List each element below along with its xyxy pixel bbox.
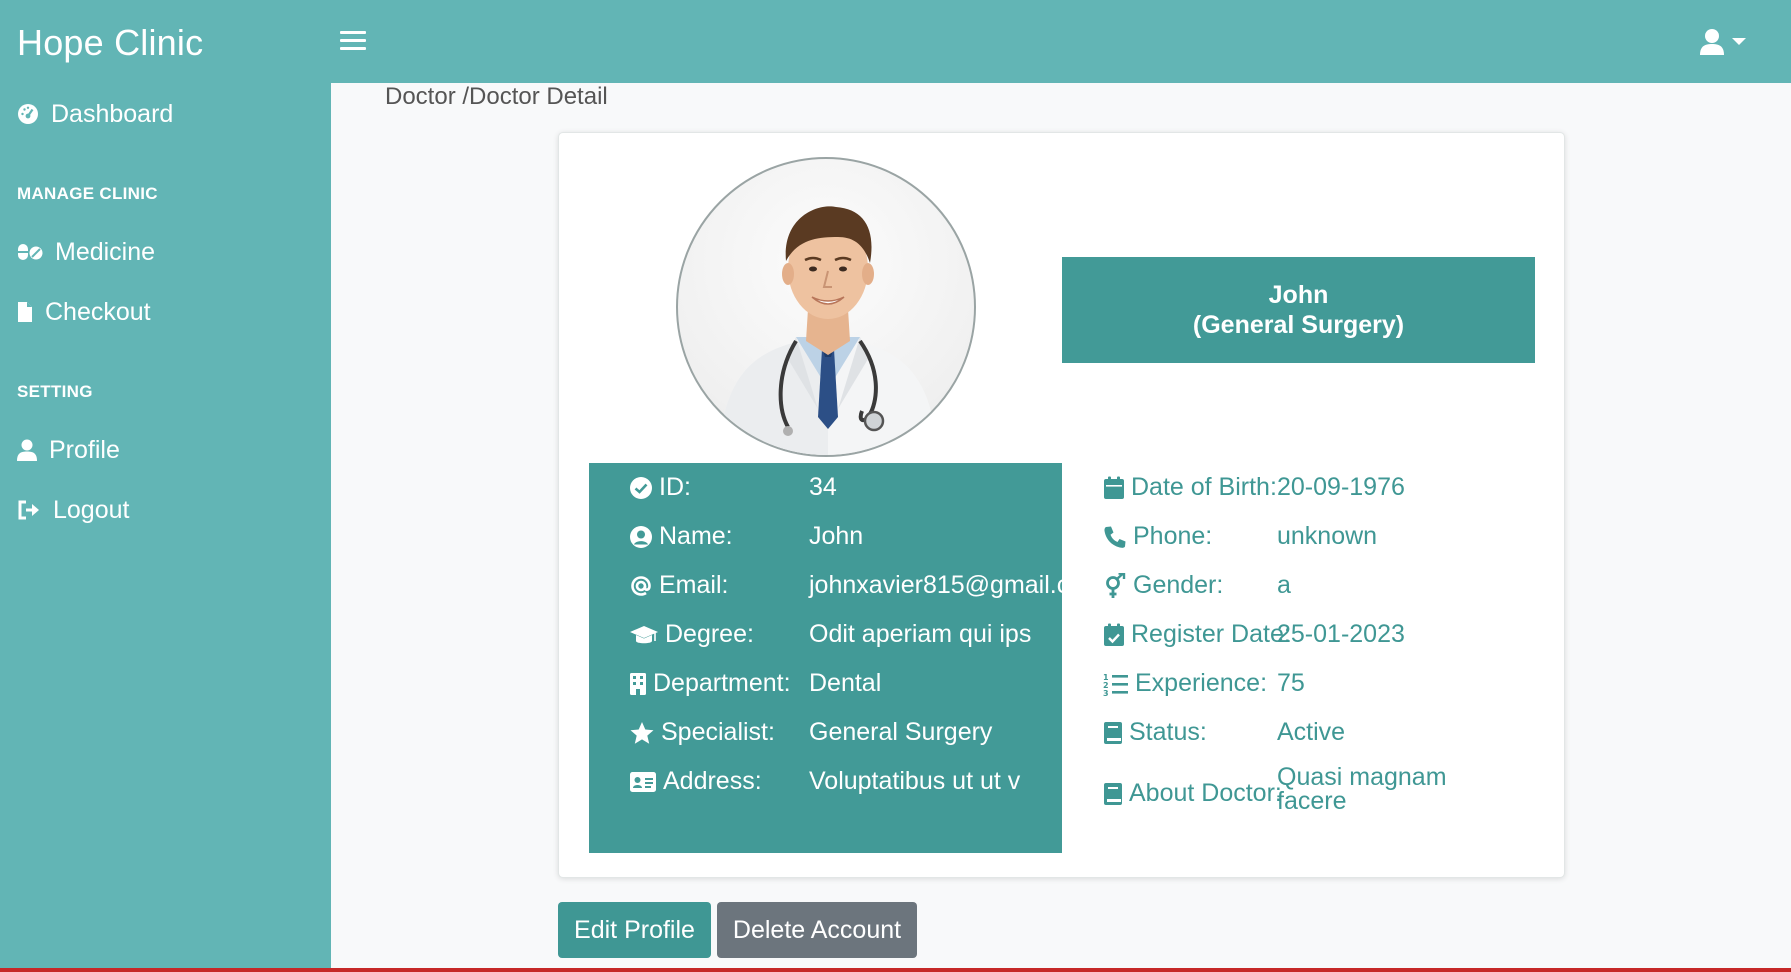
pills-icon — [18, 244, 43, 260]
user-menu-button[interactable] — [1695, 26, 1755, 60]
info-label: Experience: — [1135, 669, 1268, 697]
list-ol-icon: 1 2 3 — [1103, 673, 1128, 696]
delete-account-button[interactable]: Delete Account — [717, 902, 917, 958]
info-value: Quasi magnam facere — [1277, 763, 1447, 815]
star-icon — [630, 721, 654, 744]
top-navbar: Hope Clinic — [0, 0, 1791, 83]
sidebar-item-profile[interactable]: Profile — [17, 430, 120, 470]
doctor-avatar — [676, 157, 976, 457]
info-label: Status: — [1129, 718, 1207, 746]
user-circle-icon — [630, 525, 652, 548]
phone-icon — [1104, 526, 1126, 548]
sidebar-item-dashboard[interactable]: Dashboard — [17, 94, 173, 134]
doctor-specialty: (General Surgery) — [1192, 311, 1405, 339]
doctor-info-panel: ID: 34 Name: John Email: johnxavier815@g… — [589, 463, 1104, 853]
info-row-address: Address: Voluptatibus ut ut v — [629, 767, 1020, 796]
calendar-check-icon — [1104, 623, 1124, 646]
info-label: Address: — [663, 767, 762, 795]
info-row-id: ID: 34 — [629, 473, 837, 502]
dashboard-icon — [18, 104, 38, 124]
info-label: Email: — [659, 571, 729, 599]
info-label: Degree: — [665, 620, 754, 648]
user-icon — [17, 439, 37, 461]
app-title[interactable]: Hope Clinic — [17, 22, 203, 64]
sidebar-item-label: Dashboard — [51, 99, 174, 128]
building-icon — [630, 672, 646, 695]
book-icon — [1104, 782, 1122, 805]
info-label: About Doctor: — [1129, 779, 1282, 807]
info-row-name: Name: John — [629, 522, 863, 551]
info-value: 34 — [809, 473, 837, 501]
sidebar-item-logout[interactable]: Logout — [17, 490, 129, 530]
info-label: Name: — [659, 522, 733, 550]
info-value: 75 — [1277, 669, 1305, 697]
info-row-date-of-birth: Date of Birth: 20-09-1976 — [1103, 473, 1405, 502]
info-row-department: Department: Dental — [629, 669, 881, 698]
edit-profile-button[interactable]: Edit Profile — [558, 902, 711, 958]
id-card-icon — [630, 771, 656, 792]
doctor-name-banner: John (General Surgery) — [1062, 257, 1535, 363]
doctor-name: John — [1268, 281, 1329, 309]
info-row-email: Email: johnxavier815@gmail.com — [629, 571, 1104, 600]
info-value: John — [809, 522, 864, 550]
info-row-degree: Degree: Odit aperiam qui ips — [629, 620, 1031, 649]
sidebar-item-label: Medicine — [55, 237, 156, 266]
check-circle-icon — [630, 476, 652, 499]
gender-icon — [1106, 572, 1126, 598]
menu-toggle-icon[interactable] — [340, 26, 366, 56]
info-value: a — [1277, 571, 1291, 599]
sidebar: Dashboard MANAGE CLINIC Medicine Checkou… — [0, 83, 331, 972]
chevron-down-icon — [1732, 38, 1746, 45]
info-row-register-date: Register Date: 25-01-2023 — [1103, 620, 1405, 649]
sidebar-item-label: Checkout — [45, 297, 151, 326]
sign-out-icon — [18, 500, 39, 520]
graduation-cap-icon — [630, 625, 658, 643]
breadcrumb: Doctor /Doctor Detail — [385, 83, 608, 110]
about-line-2: facere — [1277, 787, 1347, 815]
info-label: Date of Birth: — [1131, 473, 1277, 501]
calendar-icon — [1104, 476, 1124, 499]
info-row-gender: Gender: a — [1103, 571, 1291, 600]
bottom-border — [0, 968, 1791, 972]
info-value: Voluptatibus ut ut v — [809, 767, 1021, 795]
info-row-about-doctor: About Doctor: Quasi magnam facere — [1103, 765, 1447, 814]
sidebar-item-label: Logout — [53, 495, 130, 524]
info-value: General Surgery — [809, 718, 993, 746]
info-label: Phone: — [1133, 522, 1213, 550]
sidebar-item-checkout[interactable]: Checkout — [17, 292, 151, 332]
info-label: Gender: — [1133, 571, 1224, 599]
user-icon — [1700, 29, 1724, 55]
svg-text:3: 3 — [1103, 689, 1109, 696]
info-label: Department: — [653, 669, 791, 697]
file-icon — [18, 302, 32, 322]
info-value: unknown — [1277, 522, 1378, 550]
info-label: Register Date: — [1131, 620, 1291, 648]
sidebar-section-title: MANAGE CLINIC — [17, 184, 158, 203]
info-value: Dental — [809, 669, 882, 697]
info-label: ID: — [659, 473, 691, 501]
info-value: Active — [1277, 718, 1346, 746]
doctor-photo — [718, 206, 938, 455]
book-icon — [1104, 721, 1122, 744]
sidebar-item-label: Profile — [49, 435, 120, 464]
info-row-experience: 1 2 3 Experience: 75 — [1103, 669, 1305, 698]
info-value: 25-01-2023 — [1277, 620, 1405, 648]
about-line-1: Quasi magnam — [1277, 763, 1447, 791]
sidebar-item-medicine[interactable]: Medicine — [17, 232, 155, 272]
info-value: Odit aperiam qui ips — [809, 620, 1032, 648]
info-label: Specialist: — [661, 718, 775, 746]
info-value: 20-09-1976 — [1277, 473, 1405, 501]
at-icon — [631, 575, 651, 596]
info-row-status: Status: Active — [1103, 718, 1345, 747]
sidebar-section-title: SETTING — [17, 382, 93, 401]
info-value: johnxavier815@gmail.com — [809, 571, 1104, 599]
info-row-specialist: Specialist: General Surgery — [629, 718, 992, 747]
info-row-phone: Phone: unknown — [1103, 522, 1377, 551]
